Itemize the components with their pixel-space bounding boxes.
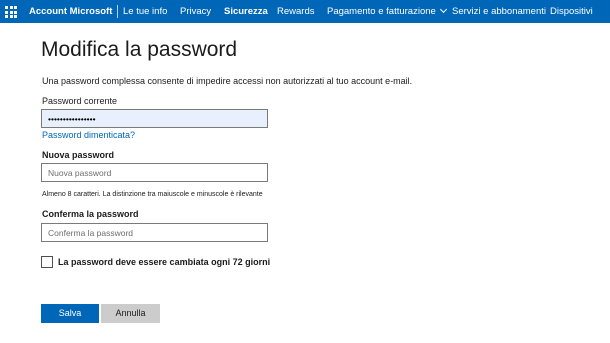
save-button[interactable]: Salva xyxy=(41,304,99,323)
page-title: Modifica la password xyxy=(41,38,238,61)
app-launcher-icon[interactable] xyxy=(5,6,17,18)
cancel-button[interactable]: Annulla xyxy=(101,304,160,323)
confirm-password-label: Conferma la password xyxy=(42,209,139,219)
nav-privacy[interactable]: Privacy xyxy=(180,0,211,23)
nav-pagamento-fatturazione[interactable]: Pagamento e fatturazione xyxy=(327,0,447,23)
nav-sicurezza[interactable]: Sicurezza xyxy=(224,0,268,23)
nav-divider xyxy=(117,5,118,18)
expire-password-checkbox[interactable] xyxy=(41,256,53,268)
brand-title[interactable]: Account Microsoft xyxy=(29,0,112,23)
chevron-down-icon xyxy=(439,5,447,14)
nav-servizi-abbonamenti[interactable]: Servizi e abbonamenti xyxy=(452,0,546,23)
nav-rewards[interactable]: Rewards xyxy=(277,0,315,23)
page-description: Una password complessa consente di imped… xyxy=(42,76,413,86)
expire-password-label[interactable]: La password deve essere cambiata ogni 72… xyxy=(58,257,270,267)
nav-pagamento-label: Pagamento e fatturazione xyxy=(327,6,436,17)
password-hint: Almeno 8 caratteri. La distinzione tra m… xyxy=(42,191,263,198)
forgot-password-link[interactable]: Password dimenticata? xyxy=(42,130,135,140)
top-nav-bar: Account Microsoft Le tue info Privacy Si… xyxy=(0,0,610,23)
new-password-label: Nuova password xyxy=(42,150,115,160)
nav-dispositivi[interactable]: Dispositivi xyxy=(550,0,593,23)
nav-le-tue-info[interactable]: Le tue info xyxy=(123,0,167,23)
new-password-field[interactable] xyxy=(41,163,268,182)
current-password-label: Password corrente xyxy=(42,96,118,106)
confirm-password-field[interactable] xyxy=(41,223,268,242)
current-password-field[interactable] xyxy=(41,109,268,128)
